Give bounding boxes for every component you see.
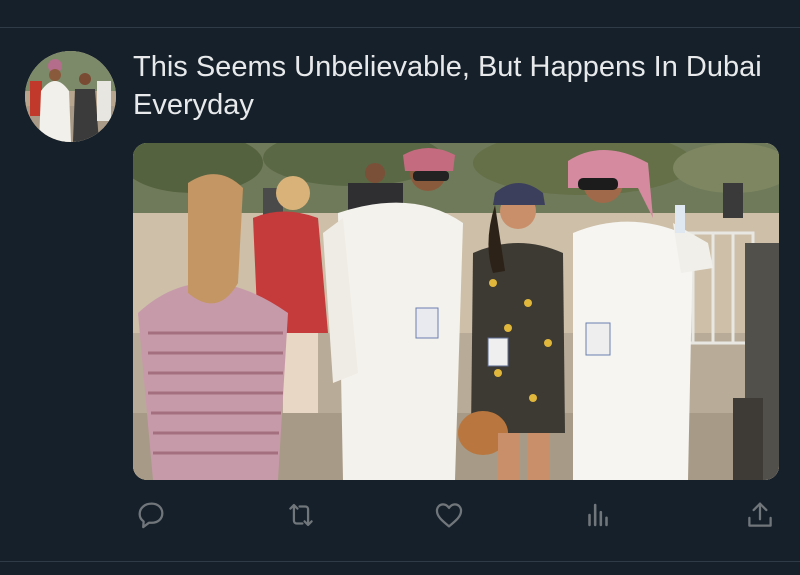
share-icon <box>748 502 772 527</box>
reply-button[interactable] <box>133 497 169 533</box>
bottom-divider <box>0 561 800 562</box>
reply-icon <box>138 502 164 529</box>
avatar[interactable] <box>25 51 116 142</box>
analytics-icon <box>588 503 608 527</box>
retweet-icon <box>289 503 313 527</box>
top-divider <box>0 27 800 28</box>
tweet-text: This Seems Unbelievable, But Happens In … <box>133 51 762 121</box>
tweet-media-image[interactable] <box>133 143 779 480</box>
tweet-action-bar <box>133 497 783 533</box>
share-button[interactable] <box>742 497 778 533</box>
like-button[interactable] <box>431 497 467 533</box>
views-button[interactable] <box>580 497 616 533</box>
avatar-image <box>25 51 116 142</box>
heart-icon <box>435 503 463 528</box>
retweet-button[interactable] <box>283 497 319 533</box>
photo-scene <box>133 143 779 480</box>
